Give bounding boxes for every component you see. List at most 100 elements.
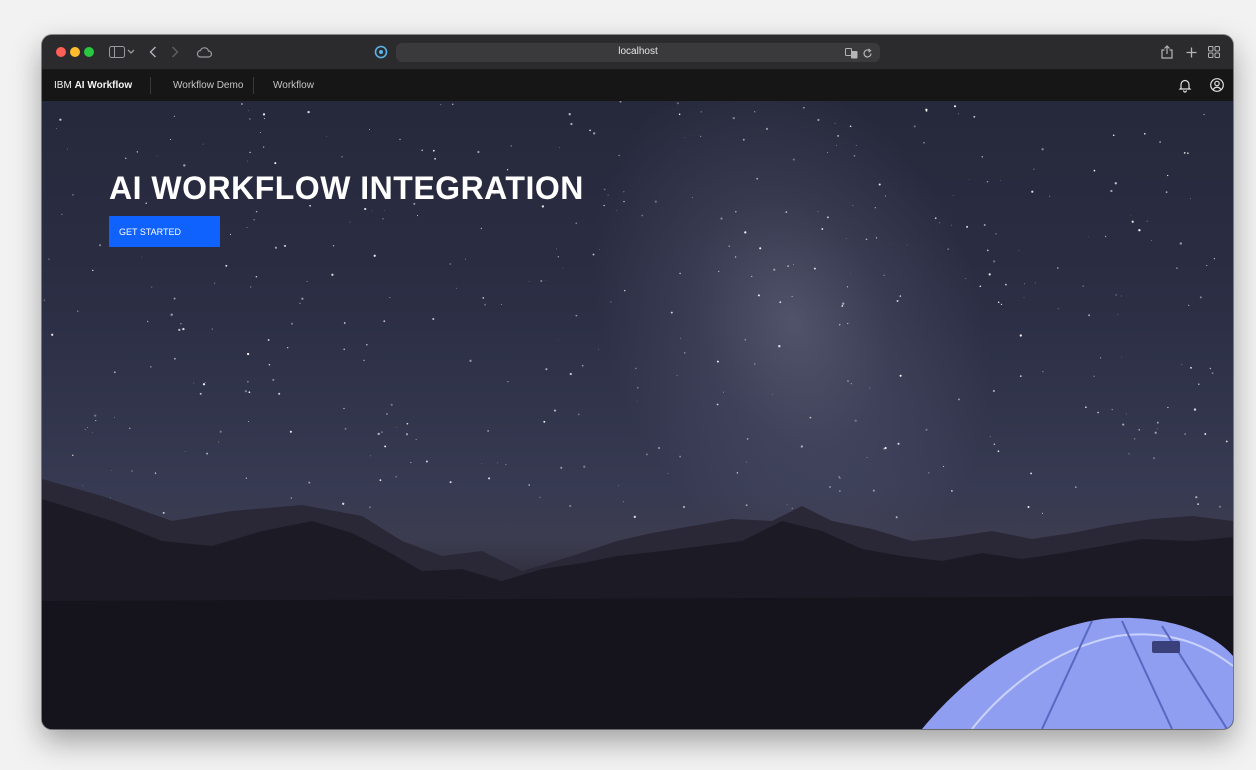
star — [1133, 438, 1136, 440]
hero-title: AI WORKFLOW INTEGRATION — [109, 170, 584, 206]
star — [306, 280, 308, 282]
star — [199, 392, 202, 395]
close-window-button[interactable] — [56, 47, 66, 57]
forward-icon[interactable] — [168, 42, 182, 62]
star — [263, 118, 265, 120]
star — [829, 486, 831, 488]
tab-overview-icon[interactable] — [1206, 42, 1222, 62]
star — [744, 338, 747, 341]
star — [1005, 283, 1007, 286]
back-icon[interactable] — [146, 42, 160, 62]
star — [150, 366, 152, 368]
star — [744, 231, 747, 234]
star — [583, 465, 586, 468]
star — [59, 118, 62, 121]
nav-link-workflow[interactable]: Workflow — [273, 80, 314, 91]
star — [679, 455, 682, 458]
reload-icon[interactable] — [862, 46, 873, 64]
star — [449, 263, 451, 265]
star — [396, 427, 398, 428]
star — [684, 352, 686, 354]
star — [84, 429, 86, 431]
star — [274, 246, 278, 249]
address-bar[interactable]: localhost — [396, 43, 880, 62]
star — [817, 118, 820, 122]
star — [682, 505, 686, 509]
star — [633, 515, 636, 519]
star — [365, 343, 368, 346]
star — [925, 428, 928, 431]
nav-link-workflow-demo[interactable]: Workflow Demo — [173, 80, 243, 91]
star — [839, 477, 841, 479]
star — [248, 391, 251, 394]
star — [745, 504, 748, 507]
star — [556, 248, 557, 250]
star — [202, 143, 204, 145]
star — [883, 274, 885, 276]
star — [92, 269, 94, 272]
star — [48, 258, 50, 260]
star — [598, 349, 599, 350]
star — [759, 247, 762, 250]
star — [1130, 214, 1132, 216]
star — [778, 345, 781, 348]
star — [136, 151, 138, 153]
star — [1031, 190, 1034, 193]
star — [202, 383, 206, 386]
star — [180, 323, 182, 325]
star — [570, 122, 573, 126]
icloud-tabs-icon[interactable] — [194, 42, 214, 62]
star — [1211, 372, 1214, 375]
star — [923, 141, 925, 144]
star — [1033, 168, 1035, 170]
sidebar-toggle-icon[interactable] — [106, 42, 128, 62]
star — [528, 484, 531, 486]
new-tab-icon[interactable] — [1183, 42, 1199, 62]
brand-logo[interactable]: IBM AI Workflow — [54, 80, 132, 91]
user-avatar-icon[interactable] — [1209, 77, 1225, 93]
notification-icon[interactable] — [1177, 77, 1193, 93]
star — [623, 190, 625, 193]
star — [732, 116, 735, 120]
star — [77, 310, 79, 312]
star — [678, 151, 680, 153]
brand-name: AI Workflow — [74, 80, 133, 91]
minimize-window-button[interactable] — [70, 47, 80, 57]
star — [855, 145, 857, 146]
get-started-button[interactable]: GET STARTED — [109, 216, 220, 247]
star — [173, 357, 176, 360]
star — [817, 211, 819, 212]
star — [772, 394, 773, 396]
star — [488, 477, 491, 480]
star — [114, 416, 116, 418]
address-text: localhost — [618, 46, 658, 57]
star — [993, 443, 996, 445]
star — [751, 275, 753, 278]
star — [110, 497, 112, 499]
share-icon[interactable] — [1159, 42, 1175, 62]
star — [259, 131, 261, 134]
star — [1049, 195, 1051, 197]
star — [469, 359, 472, 362]
star — [619, 101, 622, 103]
star — [204, 382, 206, 383]
star — [247, 381, 249, 383]
star — [94, 414, 97, 417]
translate-icon[interactable] — [845, 46, 858, 64]
star — [557, 339, 559, 341]
star — [382, 218, 384, 220]
star — [680, 337, 681, 339]
star — [800, 445, 803, 448]
star — [878, 183, 881, 186]
star — [151, 286, 153, 288]
star — [405, 433, 409, 436]
star — [225, 264, 228, 267]
star — [253, 219, 255, 221]
star — [219, 430, 222, 433]
star — [884, 446, 887, 450]
zoom-window-button[interactable] — [84, 47, 94, 57]
chevron-down-icon[interactable] — [126, 42, 136, 62]
star — [792, 264, 795, 266]
star — [262, 113, 266, 116]
star — [676, 102, 679, 105]
